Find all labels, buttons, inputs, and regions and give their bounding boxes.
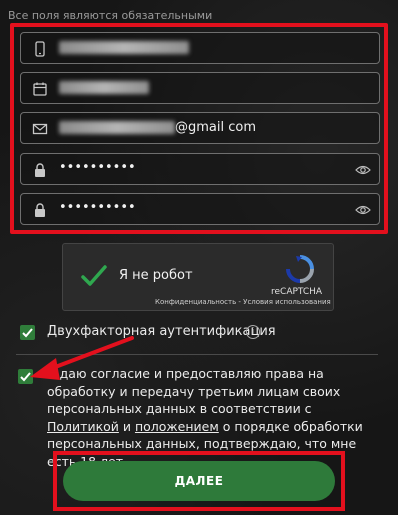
recaptcha-links[interactable]: Конфиденциальность - Условия использован…	[155, 298, 331, 306]
info-icon[interactable]: i	[246, 325, 260, 339]
recaptcha-brand: reCAPTCHA	[271, 287, 323, 297]
consent-text-part2: и	[118, 418, 135, 434]
fields-highlight-frame	[10, 23, 388, 234]
checkmark-icon	[20, 372, 31, 382]
recaptcha-logo-icon	[286, 255, 314, 283]
checkmark-icon	[22, 328, 33, 338]
consent-checkbox[interactable]	[18, 369, 33, 384]
recaptcha-widget[interactable]: Я не робот reCAPTCHA Конфиденциальность …	[62, 243, 334, 311]
submit-button[interactable]: ДАЛЕЕ	[63, 461, 335, 501]
rules-link[interactable]: положением	[135, 419, 219, 434]
twofa-checkbox[interactable]	[20, 325, 35, 340]
consent-text-part1: Я даю согласие и предоставляю права на о…	[47, 366, 341, 416]
twofa-label: Двухфакторная аутентификация	[47, 324, 276, 339]
divider	[16, 354, 378, 355]
required-fields-note: Все поля являются обязательными	[8, 9, 213, 22]
policy-link[interactable]: Политикой	[47, 419, 119, 434]
checkmark-icon[interactable]	[80, 262, 108, 290]
recaptcha-label: Я не робот	[119, 268, 193, 283]
